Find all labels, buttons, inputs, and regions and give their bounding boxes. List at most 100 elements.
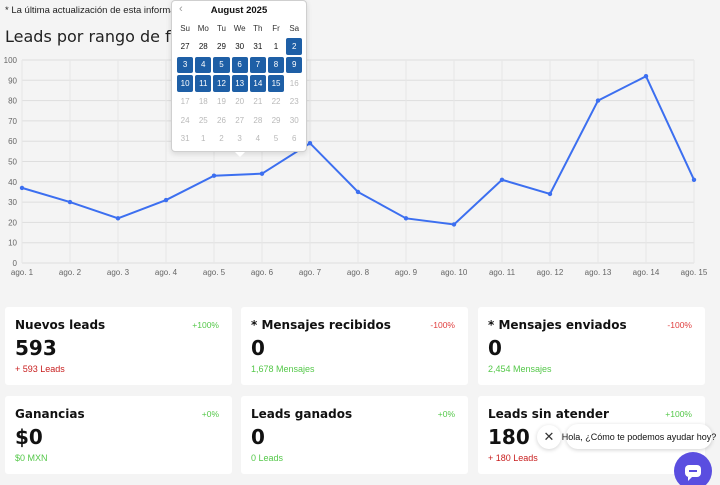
y-tick-label: 40 — [8, 178, 17, 187]
y-tick-label: 90 — [8, 76, 17, 85]
close-icon[interactable]: ✕ — [537, 425, 561, 449]
data-point[interactable] — [451, 222, 457, 227]
data-point[interactable] — [259, 171, 265, 176]
calendar-pointer — [235, 152, 245, 157]
calendar-day: 2 — [219, 134, 224, 144]
calendar-day[interactable]: 15 — [267, 75, 285, 92]
chat-greeting-bubble[interactable]: Hola, ¿Cómo te podemos ayudar hoy? — [562, 424, 716, 449]
data-point[interactable] — [307, 141, 313, 146]
x-tick-label: ago. 15 — [681, 268, 708, 277]
x-tick-label: ago. 1 — [11, 268, 34, 277]
y-tick-label: 60 — [8, 137, 17, 146]
y-tick-label: 50 — [8, 158, 17, 167]
x-tick-label: ago. 8 — [347, 268, 370, 277]
calendar-day: 28 — [253, 115, 263, 125]
data-point[interactable] — [547, 191, 553, 197]
stat-card: Ganancias +0% $0 $0 MXN — [5, 396, 232, 474]
stat-card-subtext: 2,454 Mensajes — [488, 364, 552, 374]
stat-card-value: 593 — [15, 336, 57, 360]
x-tick-label: ago. 4 — [155, 268, 178, 277]
stat-card-label: Leads sin atender — [488, 407, 609, 421]
calendar-day: 27 — [235, 115, 245, 125]
calendar-day[interactable]: 8 — [267, 56, 285, 74]
weekday-label: Su — [180, 23, 190, 33]
calendar-day[interactable]: 30 — [231, 37, 249, 55]
x-tick-label: ago. 11 — [489, 268, 516, 277]
x-tick-label: ago. 9 — [395, 268, 418, 277]
calendar-day[interactable]: 29 — [212, 37, 230, 55]
data-point[interactable] — [211, 173, 217, 178]
stat-card-change: +0% — [201, 409, 219, 419]
calendar-day[interactable]: 3 — [177, 56, 194, 74]
data-point[interactable] — [67, 199, 73, 205]
calendar-day[interactable]: 31 — [249, 37, 267, 55]
stat-card-subtext: $0 MXN — [15, 453, 48, 463]
x-tick-label: ago. 14 — [633, 268, 660, 277]
calendar-day[interactable]: 14 — [249, 75, 266, 92]
x-tick-label: ago. 7 — [299, 268, 322, 277]
stat-card-label: Nuevos leads — [15, 318, 106, 332]
calendar-day[interactable]: 5 — [213, 56, 230, 74]
calendar-day: 21 — [253, 97, 263, 107]
stat-card-label: * Mensajes recibidos — [251, 318, 391, 332]
date-range-calendar: ‹ August 2025 Su Mo Tu We Th Fr Sa 27 28 29 30 31 1 2… — [171, 0, 307, 157]
calendar-day[interactable]: 2 — [286, 38, 303, 55]
stat-card: * Mensajes recibidos -100% 0 1,678 Mensajes — [241, 307, 468, 385]
x-tick-label: ago. 13 — [585, 268, 612, 277]
stat-card-change: +0% — [437, 409, 455, 419]
weekday-label: Fr — [272, 23, 280, 33]
calendar-day[interactable]: 28 — [194, 37, 212, 55]
stat-card: Leads ganados +0% 0 0 Leads — [241, 396, 468, 474]
calendar-day[interactable]: 27 — [176, 37, 194, 55]
data-point[interactable] — [163, 197, 169, 203]
data-point[interactable] — [115, 216, 121, 221]
calendar-day[interactable]: 1 — [267, 37, 285, 55]
weekday-label: Tu — [216, 23, 226, 33]
data-point[interactable] — [499, 177, 505, 182]
x-tick-label: ago. 6 — [251, 268, 274, 277]
data-point[interactable] — [691, 177, 697, 182]
calendar-day[interactable]: 4 — [195, 56, 212, 74]
weekday-label: Mo — [197, 23, 209, 33]
chat-bubble-icon — [685, 465, 701, 481]
calendar-day[interactable]: 11 — [195, 75, 212, 92]
calendar-day: 24 — [180, 115, 190, 125]
calendar-month-label: August 2025 — [210, 5, 268, 16]
calendar-day[interactable]: 6 — [231, 56, 248, 74]
data-point[interactable] — [19, 185, 25, 191]
calendar-day[interactable]: 7 — [249, 56, 266, 74]
stat-card-value: 0 — [251, 336, 265, 360]
stat-card-subtext: + 180 Leads — [488, 453, 538, 463]
stat-card-value: 180 — [488, 425, 530, 449]
chart-grid — [21, 59, 695, 264]
calendar-day: 4 — [255, 134, 261, 144]
calendar-day: 20 — [235, 97, 245, 107]
calendar-day[interactable]: 9 — [286, 56, 303, 74]
data-point[interactable] — [403, 216, 409, 221]
stat-card: Nuevos leads +100% 593 + 593 Leads — [5, 307, 232, 385]
weekday-label: Th — [253, 23, 263, 33]
calendar-day: 18 — [198, 97, 208, 107]
data-point[interactable] — [643, 74, 649, 79]
calendar-day[interactable]: 12 — [213, 75, 230, 92]
x-tick-label: ago. 5 — [203, 268, 226, 277]
y-tick-label: 100 — [4, 56, 18, 65]
calendar-day: 23 — [289, 97, 299, 107]
chat-open-button[interactable] — [674, 452, 712, 485]
calendar-day: 5 — [273, 134, 279, 144]
weekday-label: Sa — [289, 23, 300, 33]
calendar-day[interactable]: 13 — [231, 75, 248, 92]
data-point[interactable] — [355, 189, 361, 195]
stat-card-value: $0 — [15, 425, 43, 449]
calendar-day[interactable]: 10 — [177, 75, 194, 92]
calendar-day: 16 — [289, 78, 299, 88]
calendar-day: 19 — [217, 97, 226, 107]
calendar-day: 1 — [201, 134, 206, 144]
x-tick-label: ago. 12 — [537, 268, 564, 277]
stat-card-change: -100% — [667, 320, 692, 330]
stat-card-change: -100% — [430, 320, 455, 330]
y-axis-ticks: 0 10 20 30 40 50 60 70 80 90 100 — [4, 56, 18, 268]
calendar-day: 31 — [180, 134, 190, 144]
stat-card-subtext: + 593 Leads — [15, 364, 65, 374]
data-point[interactable] — [595, 98, 601, 103]
